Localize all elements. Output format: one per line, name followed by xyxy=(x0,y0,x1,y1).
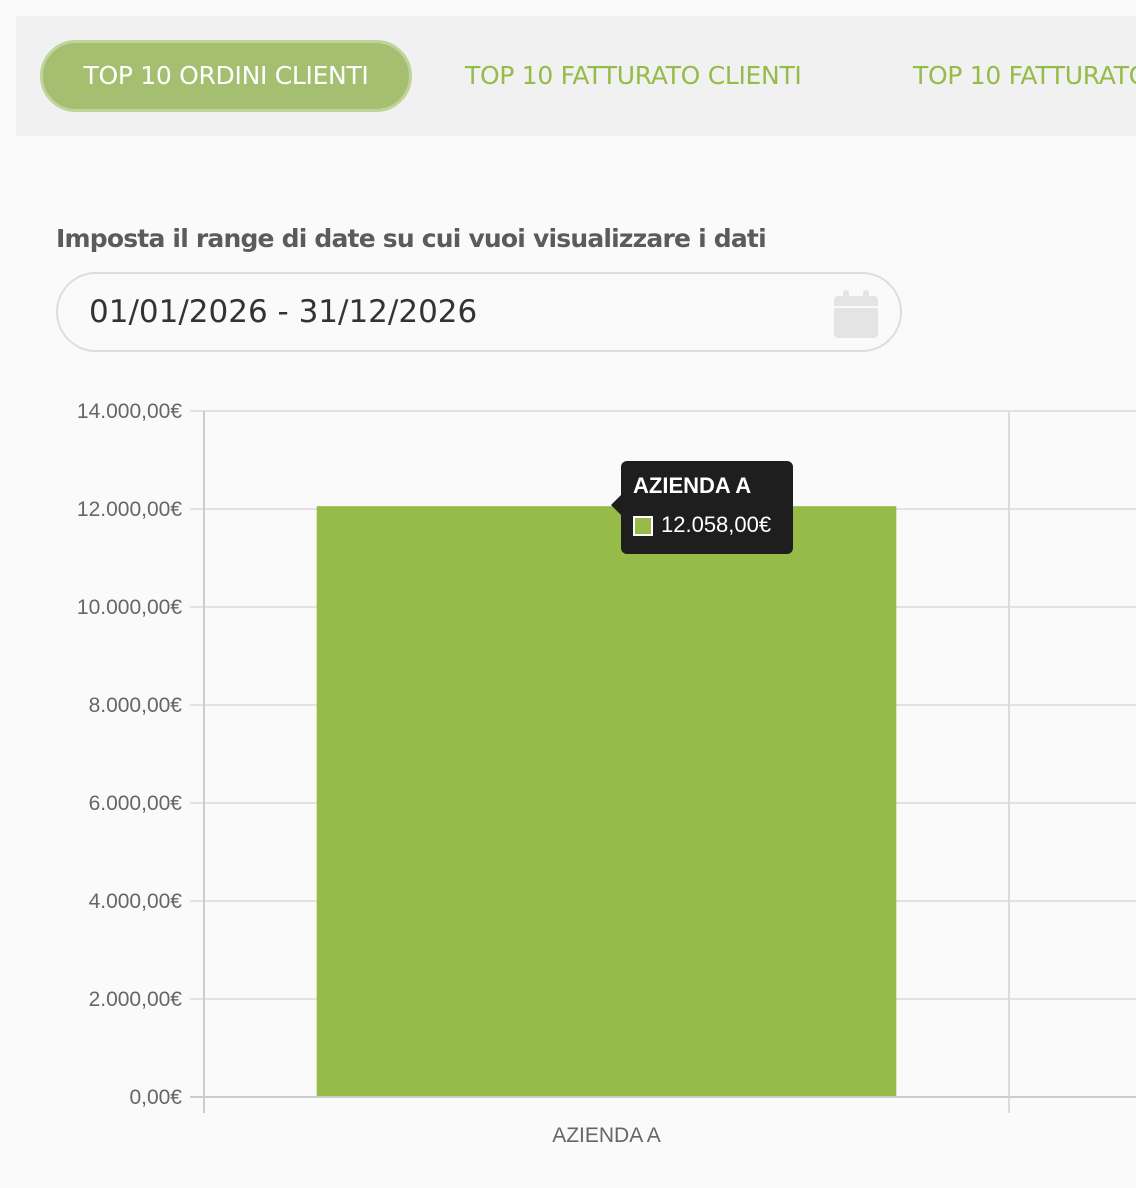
tooltip-value: 12.058,00€ xyxy=(661,512,772,537)
tab-top10-fatturato[interactable]: TOP 10 FATTURATO xyxy=(913,40,1136,112)
y-tick-label: 8.000,00€ xyxy=(89,694,183,717)
bar-chart: 0,00€ 2.000,00€ 4.000,00€ 6.000,00€ 8.000,00… xyxy=(77,400,1136,1147)
tooltip-series-swatch xyxy=(633,516,653,536)
y-tick-label: 10.000,00€ xyxy=(77,596,182,619)
calendar-icon[interactable] xyxy=(834,290,878,338)
tooltip-title: AZIENDA A xyxy=(633,473,752,498)
date-range-value: 01/01/2026 - 31/12/2026 xyxy=(89,294,478,330)
y-tick-label: 12.000,00€ xyxy=(77,498,182,521)
bar xyxy=(316,506,897,1098)
y-tick-label: 14.000,00€ xyxy=(77,400,182,423)
x-tick-label: AZIENDA A xyxy=(552,1124,661,1147)
date-range-input[interactable]: 01/01/2026 - 31/12/2026 xyxy=(56,272,902,352)
tab-bar: TOP 10 ORDINI CLIENTI TOP 10 FATTURATO C… xyxy=(16,16,1136,136)
y-tick-label: 6.000,00€ xyxy=(89,792,183,815)
y-tick-label: 2.000,00€ xyxy=(89,988,183,1011)
tab-top10-ordini-clienti[interactable]: TOP 10 ORDINI CLIENTI xyxy=(40,40,412,112)
y-tick-label: 0,00€ xyxy=(129,1086,182,1109)
dashboard-page: TOP 10 ORDINI CLIENTI TOP 10 FATTURATO C… xyxy=(0,0,1136,1188)
tab-top10-fatturato-clienti[interactable]: TOP 10 FATTURATO CLIENTI xyxy=(465,40,802,112)
y-tick-label: 4.000,00€ xyxy=(89,890,183,913)
chart-bars xyxy=(316,506,897,1098)
date-range-label: Imposta il range di date su cui vuoi vis… xyxy=(56,224,767,253)
chart-tooltip: AZIENDA A 12.058,00€ xyxy=(611,461,793,554)
